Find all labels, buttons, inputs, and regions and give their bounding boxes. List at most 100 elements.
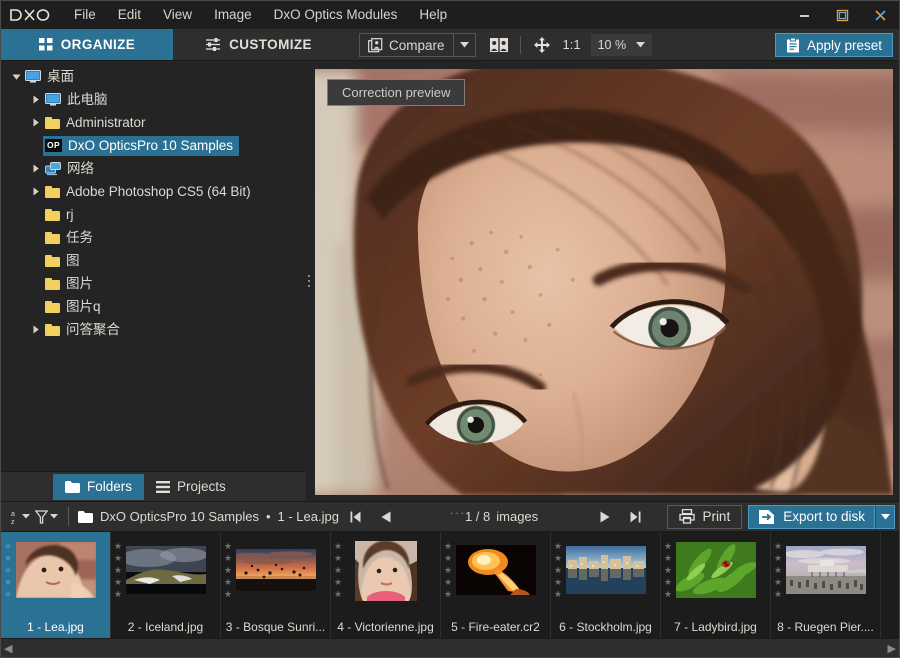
status-divider: [68, 507, 69, 526]
export-icon: [759, 509, 775, 524]
filmstrip-scrollbar[interactable]: ◀ ▶: [1, 638, 899, 657]
breadcrumb[interactable]: DxO OpticsPro 10 Samples • 1 - Lea.jpg: [78, 509, 339, 524]
filmstrip: ★ ★ ★ ★ ★ 1 - Lea.jpg ★ ★ ★ ★ ★ 2 - Iceland.jpg ★ ★ ★ ★…: [1, 532, 899, 638]
previous-image-button[interactable]: [375, 506, 397, 528]
print-label: Print: [702, 509, 731, 524]
filmstrip-thumbnail[interactable]: ★ ★ ★ ★ ★ 6 - Stockholm.jpg: [551, 532, 661, 638]
menu-help[interactable]: Help: [408, 1, 458, 29]
compare-icon: [368, 37, 383, 52]
tree-item[interactable]: 任务: [1, 226, 311, 249]
tree-item[interactable]: 此电脑: [1, 88, 311, 111]
sort-button[interactable]: a z: [7, 506, 33, 528]
tab-organize[interactable]: ORGANIZE: [1, 29, 173, 60]
tree-twisty[interactable]: [29, 95, 43, 104]
tree-item[interactable]: 问答聚合: [1, 318, 311, 341]
apply-preset-button[interactable]: Apply preset: [774, 33, 893, 57]
thumbnail-caption: 1 - Lea.jpg: [27, 620, 84, 634]
first-image-button[interactable]: [345, 506, 367, 528]
triangle-right-icon: [600, 511, 610, 522]
last-image-button[interactable]: [624, 506, 646, 528]
tree-item[interactable]: 桌面: [1, 65, 311, 88]
tree-twisty[interactable]: [29, 164, 43, 173]
thumb-graphic: [785, 545, 866, 594]
compare-label: Compare: [389, 37, 445, 53]
twisty-right-icon[interactable]: [32, 164, 40, 173]
next-image-button[interactable]: [594, 506, 616, 528]
twisty-right-icon[interactable]: [32, 325, 40, 334]
tree-item[interactable]: 图片: [1, 272, 311, 295]
scroll-left-arrow-icon[interactable]: ◀: [4, 642, 12, 655]
menu-file[interactable]: File: [63, 1, 107, 29]
overflow-indicator[interactable]: ...: [450, 503, 466, 517]
compare-button[interactable]: Compare: [359, 33, 454, 57]
breadcrumb-separator: •: [265, 509, 271, 524]
export-to-disk-button[interactable]: Export to disk: [748, 504, 875, 529]
tree-item-label: DxO OpticsPro 10 Samples: [68, 137, 234, 153]
image-viewer[interactable]: Correction preview: [311, 61, 899, 501]
rating-stars[interactable]: ★ ★ ★ ★ ★: [114, 542, 122, 599]
thumbnail-image: [235, 541, 316, 603]
rating-stars[interactable]: ★ ★ ★ ★ ★: [664, 542, 672, 599]
twisty-right-icon[interactable]: [32, 187, 40, 196]
chevron-down-icon: [880, 513, 890, 519]
rating-stars[interactable]: ★ ★ ★ ★ ★: [554, 542, 562, 599]
rating-stars[interactable]: ★ ★ ★ ★ ★: [224, 542, 232, 599]
pan-tool-button[interactable]: [529, 33, 555, 57]
menu-edit[interactable]: Edit: [107, 1, 152, 29]
menu-image[interactable]: Image: [203, 1, 263, 29]
menu-view[interactable]: View: [152, 1, 203, 29]
print-button[interactable]: Print: [667, 504, 743, 529]
rating-stars[interactable]: ★ ★ ★ ★ ★: [4, 542, 12, 599]
tree-item-label: Administrator: [66, 114, 146, 130]
tab-folders[interactable]: Folders: [53, 473, 145, 500]
export-dropdown-button[interactable]: [875, 504, 895, 529]
tree-twisty[interactable]: [9, 73, 23, 81]
filmstrip-thumbnail[interactable]: ★ ★ ★ ★ ★ 1 - Lea.jpg: [1, 532, 111, 638]
zoom-level-select[interactable]: 10 %: [590, 33, 653, 56]
rating-stars[interactable]: ★ ★ ★ ★ ★: [334, 542, 342, 599]
tree-item[interactable]: Administrator: [1, 111, 311, 134]
thumbnail-caption: 3 - Bosque Sunri...: [225, 620, 326, 634]
tree-item-label: 图片q: [66, 298, 101, 314]
menu-dxo-optics-modules[interactable]: DxO Optics Modules: [263, 1, 409, 29]
tab-projects[interactable]: Projects: [144, 474, 238, 500]
scroll-right-arrow-icon[interactable]: ▶: [888, 642, 896, 655]
filmstrip-thumbnail[interactable]: ★ ★ ★ ★ ★ 7 - Ladybird.jpg: [661, 532, 771, 638]
tree-twisty[interactable]: [29, 187, 43, 196]
filter-button[interactable]: [33, 506, 59, 528]
rating-stars[interactable]: ★ ★ ★ ★ ★: [774, 542, 782, 599]
compare-dropdown-button[interactable]: [453, 33, 476, 57]
tree-item[interactable]: OP DxO OpticsPro 10 Samples: [1, 134, 311, 157]
filmstrip-thumbnail[interactable]: ★ ★ ★ ★ ★ 2 - Iceland.jpg: [111, 532, 221, 638]
tree-item-label: 图: [66, 252, 80, 268]
twisty-down-icon[interactable]: [12, 73, 21, 81]
zoom-ratio-label: 1:1: [562, 37, 581, 52]
tree-twisty[interactable]: [29, 118, 43, 127]
folder-icon: [45, 208, 60, 221]
correction-preview-tooltip: Correction preview: [327, 79, 466, 106]
tree-item-label: Adobe Photoshop CS5 (64 Bit): [66, 183, 251, 199]
filmstrip-thumbnail[interactable]: ★ ★ ★ ★ ★ 4 - Victorienne.jpg: [331, 532, 441, 638]
tree-twisty[interactable]: [29, 325, 43, 334]
tree-item[interactable]: 图: [1, 249, 311, 272]
minimize-button[interactable]: [785, 1, 823, 29]
tree-item[interactable]: 网络: [1, 157, 311, 180]
portrait-photo-graphic: [315, 69, 893, 495]
filmstrip-thumbnail[interactable]: ★ ★ ★ ★ ★ 8 - Ruegen Pier....: [771, 532, 881, 638]
filmstrip-thumbnail[interactable]: ★ ★ ★ ★ ★ 5 - Fire-eater.cr2: [441, 532, 551, 638]
maximize-button[interactable]: [823, 1, 861, 29]
tab-folders-label: Folders: [87, 479, 133, 494]
side-by-side-button[interactable]: [486, 33, 512, 57]
rating-stars[interactable]: ★ ★ ★ ★ ★: [444, 542, 452, 599]
filmstrip-thumbnail[interactable]: ★ ★ ★ ★ ★ 3 - Bosque Sunri...: [221, 532, 331, 638]
tab-projects-label: Projects: [177, 479, 226, 494]
tree-item-label: rj: [66, 206, 74, 222]
chevron-down-icon: [49, 514, 58, 519]
tree-item[interactable]: rj: [1, 203, 311, 226]
twisty-right-icon[interactable]: [32, 118, 40, 127]
close-button[interactable]: [861, 1, 899, 29]
twisty-right-icon[interactable]: [32, 95, 40, 104]
tab-customize[interactable]: CUSTOMIZE: [173, 29, 345, 60]
tree-item[interactable]: 图片q: [1, 295, 311, 318]
tree-item[interactable]: Adobe Photoshop CS5 (64 Bit): [1, 180, 311, 203]
